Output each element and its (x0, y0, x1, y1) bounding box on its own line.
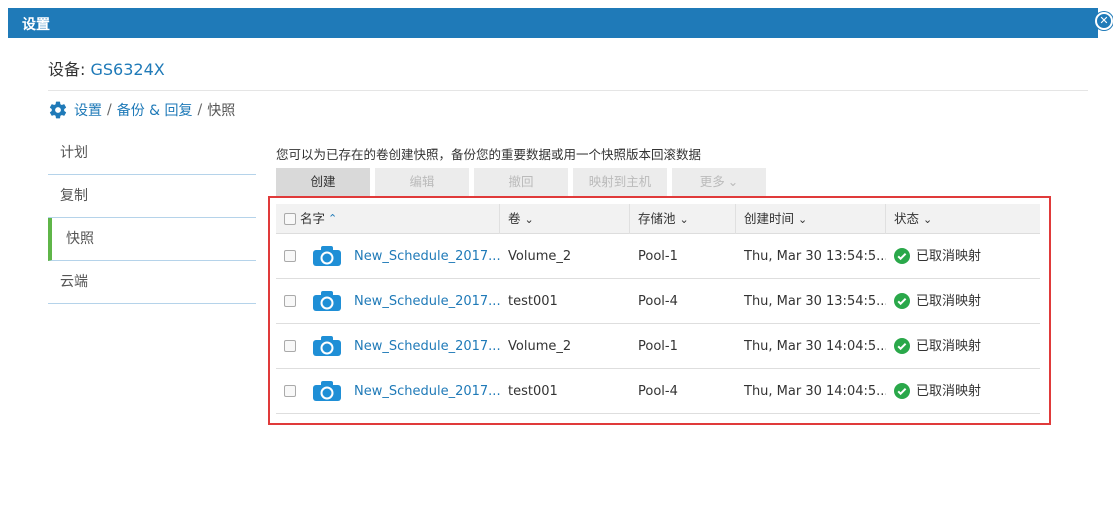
camera-icon (313, 381, 341, 401)
sidebar-item-snapshot[interactable]: 快照 (48, 218, 256, 261)
camera-icon (313, 246, 341, 266)
device-name: GS6324X (90, 60, 165, 79)
chevron-down-icon: ⌄ (727, 174, 739, 189)
column-header-pool[interactable]: 存储池 ⌄ (630, 204, 736, 234)
cell-volume: test001 (508, 293, 558, 309)
window-titlebar: 设置 (8, 8, 1098, 38)
row-checkbox[interactable] (284, 385, 296, 397)
cell-created: Thu, Mar 30 14:04:5... (744, 338, 886, 354)
cell-pool: Pool-4 (638, 383, 678, 399)
column-header-volume[interactable]: 卷 ⌄ (500, 204, 630, 234)
cell-created: Thu, Mar 30 13:54:5... (744, 293, 886, 309)
cell-name: New_Schedule_2017... (276, 279, 500, 324)
cell-status: 已取消映射 (886, 324, 1040, 369)
gear-icon (49, 101, 67, 119)
chevron-down-icon: ⌄ (524, 213, 534, 226)
breadcrumb-separator: / (107, 102, 112, 118)
cell-name: New_Schedule_2017... (276, 324, 500, 369)
breadcrumb-item-snapshot: 快照 (207, 103, 236, 119)
status-text: 已取消映射 (916, 338, 982, 354)
status-text: 已取消映射 (916, 293, 982, 309)
cell-volume: Volume_2 (508, 248, 572, 264)
cell-created: Thu, Mar 30 13:54:5... (744, 248, 886, 264)
snapshot-name-link[interactable]: New_Schedule_2017... (354, 234, 500, 279)
chevron-down-icon: ⌄ (798, 213, 808, 226)
table-row[interactable]: New_Schedule_2017... Volume_2 Pool-1 Thu… (276, 234, 1040, 279)
column-header-name[interactable]: 名字 ⌃ (276, 204, 500, 234)
status-text: 已取消映射 (916, 248, 982, 264)
device-heading: 设备: GS6324X (48, 56, 165, 80)
chevron-down-icon: ⌄ (679, 213, 689, 226)
toolbar: 创建 编辑 撤回 映射到主机 更多 ⌄ (276, 168, 771, 196)
table-row[interactable]: New_Schedule_2017... Volume_2 Pool-1 Thu… (276, 324, 1040, 369)
cell-status: 已取消映射 (886, 369, 1040, 414)
more-button[interactable]: 更多 ⌄ (672, 168, 766, 196)
check-circle-icon (894, 338, 910, 354)
sidebar: 计划 复制 快照 云端 (48, 132, 256, 304)
sidebar-item-schedule[interactable]: 计划 (48, 132, 256, 175)
device-label: 设备: (48, 60, 91, 79)
sort-ascending-icon: ⌃ (328, 212, 338, 225)
more-button-label: 更多 (699, 174, 725, 189)
window-title: 设置 (22, 17, 50, 33)
snapshot-table: 名字 ⌃ 卷 ⌄ 存储池 ⌄ 创建时间 ⌄ 状态 ⌄ New_Schedule_2017… (276, 204, 1040, 414)
cell-volume: test001 (508, 383, 558, 399)
column-header-pool-label: 存储池 (638, 211, 676, 226)
check-circle-icon (894, 248, 910, 264)
breadcrumb-item-settings[interactable]: 设置 (74, 100, 102, 120)
snapshot-name-link[interactable]: New_Schedule_2017... (354, 279, 500, 324)
column-header-created[interactable]: 创建时间 ⌄ (736, 204, 886, 234)
row-checkbox[interactable] (284, 295, 296, 307)
close-icon[interactable]: ✕ (1095, 12, 1113, 30)
cell-status: 已取消映射 (886, 279, 1040, 324)
column-header-created-label: 创建时间 (744, 211, 795, 226)
cell-status: 已取消映射 (886, 234, 1040, 279)
map-to-host-button[interactable]: 映射到主机 (573, 168, 667, 196)
chevron-down-icon: ⌄ (923, 213, 933, 226)
sidebar-item-cloud[interactable]: 云端 (48, 261, 256, 304)
snapshot-name-link[interactable]: New_Schedule_2017... (354, 324, 500, 369)
cell-pool: Pool-4 (638, 293, 678, 309)
cell-volume: Volume_2 (508, 338, 572, 354)
cell-pool: Pool-1 (638, 248, 678, 264)
select-all-checkbox[interactable] (284, 213, 296, 225)
divider (48, 90, 1088, 91)
breadcrumb: 设置 / 备份 & 回复 / 快照 (48, 100, 235, 120)
edit-button[interactable]: 编辑 (375, 168, 469, 196)
table-row[interactable]: New_Schedule_2017... test001 Pool-4 Thu,… (276, 279, 1040, 324)
revert-button[interactable]: 撤回 (474, 168, 568, 196)
cell-pool: Pool-1 (638, 338, 678, 354)
sidebar-item-replication[interactable]: 复制 (48, 175, 256, 218)
column-header-status[interactable]: 状态 ⌄ (886, 204, 1040, 234)
create-button[interactable]: 创建 (276, 168, 370, 196)
row-checkbox[interactable] (284, 250, 296, 262)
cell-name: New_Schedule_2017... (276, 369, 500, 414)
status-text: 已取消映射 (916, 383, 982, 399)
breadcrumb-item-backup[interactable]: 备份 & 回复 (117, 100, 193, 120)
table-row[interactable]: New_Schedule_2017... test001 Pool-4 Thu,… (276, 369, 1040, 414)
check-circle-icon (894, 383, 910, 399)
camera-icon (313, 291, 341, 311)
column-header-name-label: 名字 (300, 211, 326, 226)
camera-icon (313, 336, 341, 356)
column-header-status-label: 状态 (894, 211, 920, 226)
cell-created: Thu, Mar 30 14:04:5... (744, 383, 886, 399)
snapshot-name-link[interactable]: New_Schedule_2017... (354, 369, 500, 414)
row-checkbox[interactable] (284, 340, 296, 352)
check-circle-icon (894, 293, 910, 309)
column-header-volume-label: 卷 (508, 211, 521, 226)
page-description: 您可以为已存在的卷创建快照，备份您的重要数据或用一个快照版本回滚数据 (276, 147, 702, 162)
cell-name: New_Schedule_2017... (276, 234, 500, 279)
breadcrumb-separator: / (197, 102, 203, 118)
table-header: 名字 ⌃ 卷 ⌄ 存储池 ⌄ 创建时间 ⌄ 状态 ⌄ (276, 204, 1040, 234)
